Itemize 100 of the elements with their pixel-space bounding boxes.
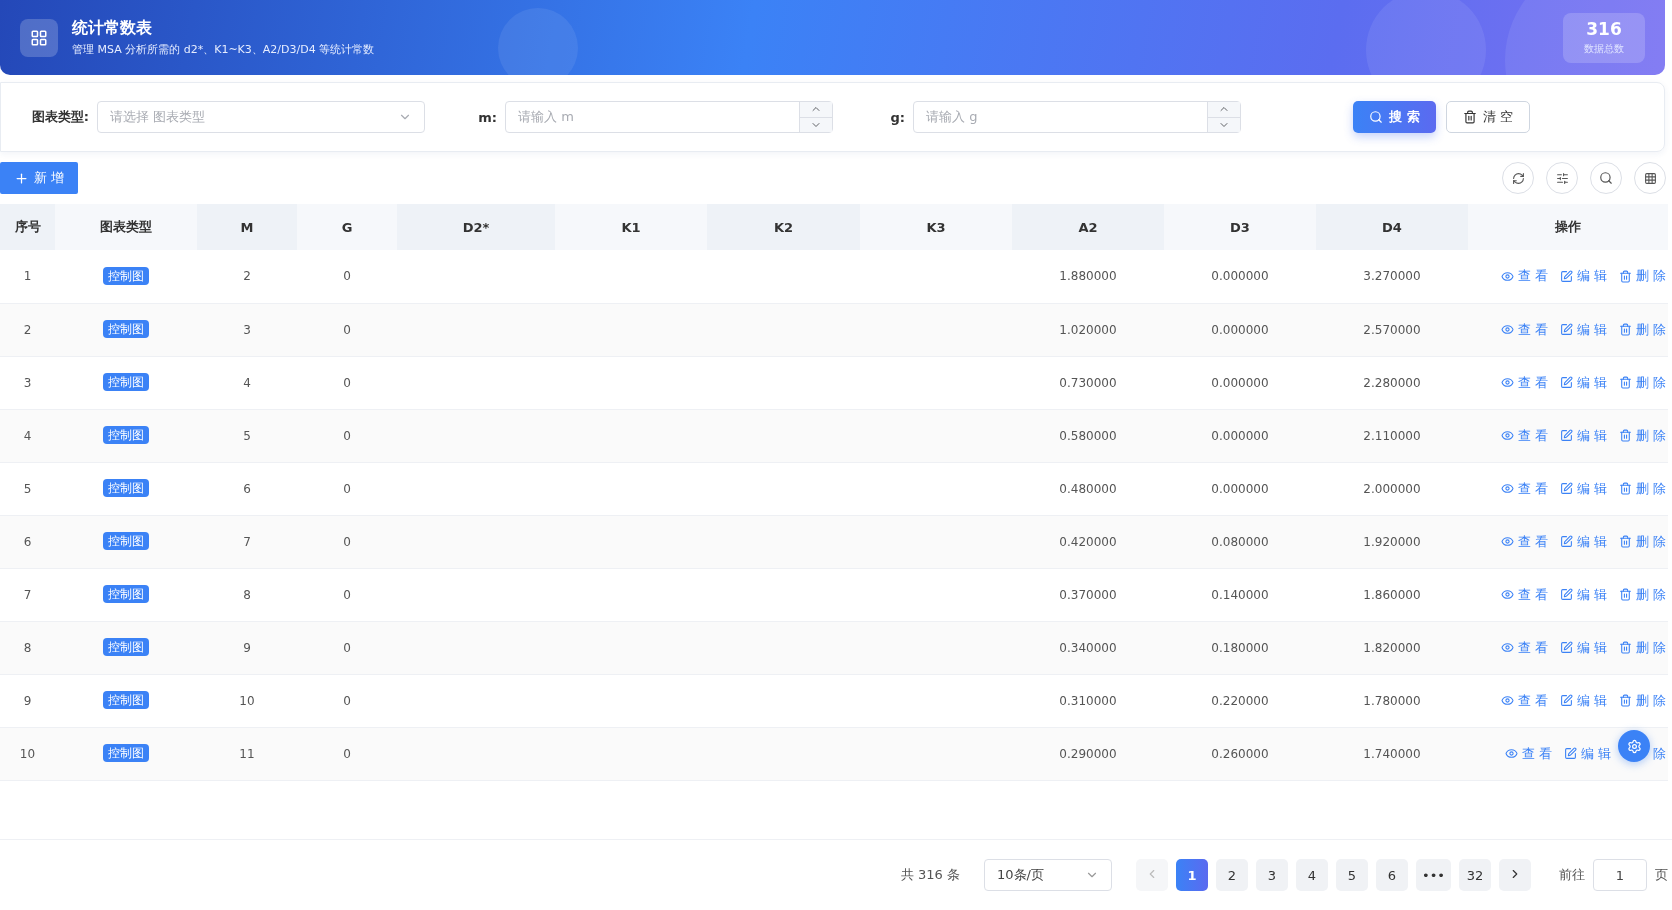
view-link[interactable]: 查 看 bbox=[1500, 479, 1548, 498]
view-link[interactable]: 查 看 bbox=[1500, 585, 1548, 604]
table-cell: 0 bbox=[343, 746, 351, 761]
pencil-square-icon bbox=[1559, 482, 1573, 495]
view-link[interactable]: 查 看 bbox=[1500, 373, 1548, 392]
edit-link[interactable]: 编 辑 bbox=[1559, 426, 1607, 445]
delete-link[interactable]: 删 除 bbox=[1618, 479, 1666, 498]
stat-label: 数据总数 bbox=[1584, 42, 1624, 56]
table-cell: 0.180000 bbox=[1211, 640, 1269, 655]
number-field[interactable]: 请输入 g bbox=[913, 101, 1241, 133]
table-cell: 0.420000 bbox=[1059, 534, 1117, 549]
delete-link[interactable]: 删 除 bbox=[1618, 638, 1666, 657]
add-button[interactable]: 新 增 bbox=[0, 162, 79, 194]
pencil-square-icon bbox=[1563, 747, 1577, 760]
edit-link[interactable]: 编 辑 bbox=[1559, 479, 1607, 498]
type-tag: 控制图 bbox=[103, 744, 149, 762]
goto-page-field[interactable]: 1 bbox=[1593, 859, 1647, 891]
table-cell: 10 bbox=[239, 693, 255, 708]
table-cell: 0.310000 bbox=[1059, 693, 1117, 708]
type-tag: 控制图 bbox=[103, 426, 149, 444]
type-tag: 控制图 bbox=[103, 532, 149, 550]
delete-link[interactable]: 除 bbox=[1653, 744, 1666, 763]
type-tag: 控制图 bbox=[103, 373, 149, 391]
clear-button[interactable]: 清 空 bbox=[1445, 101, 1530, 133]
select-field[interactable]: 请选择 图表类型 bbox=[97, 101, 425, 133]
page-button[interactable]: 4 bbox=[1296, 859, 1328, 891]
delete-link[interactable]: 删 除 bbox=[1618, 320, 1666, 339]
trash-icon bbox=[1618, 376, 1632, 389]
table-cell: 0.730000 bbox=[1059, 375, 1117, 390]
search-icon[interactable] bbox=[1590, 162, 1622, 194]
delete-link[interactable]: 删 除 bbox=[1618, 532, 1666, 551]
table-cell: 0.140000 bbox=[1211, 587, 1269, 602]
table-cell: 0.370000 bbox=[1059, 587, 1117, 602]
table-cell: 11 bbox=[239, 746, 255, 761]
view-link[interactable]: 查 看 bbox=[1500, 532, 1548, 551]
view-link[interactable]: 查 看 bbox=[1500, 691, 1548, 710]
grid-icon[interactable] bbox=[1634, 162, 1666, 194]
edit-link[interactable]: 编 辑 bbox=[1559, 638, 1607, 657]
pencil-square-icon bbox=[1559, 535, 1573, 548]
page-button[interactable]: ••• bbox=[1416, 859, 1451, 891]
eye-icon bbox=[1500, 482, 1514, 495]
page-subtitle: 管理 MSA 分析所需的 d2*、K1~K3、A2/D3/D4 等统计常数 bbox=[72, 42, 376, 57]
delete-link[interactable]: 删 除 bbox=[1618, 373, 1666, 392]
edit-link[interactable]: 编 辑 bbox=[1559, 373, 1607, 392]
refresh-icon[interactable] bbox=[1502, 162, 1534, 194]
table-cell: 0 bbox=[343, 534, 351, 549]
table-cell: 2.000000 bbox=[1363, 481, 1421, 496]
pencil-square-icon bbox=[1559, 641, 1573, 654]
page-button[interactable]: 6 bbox=[1376, 859, 1408, 891]
edit-link[interactable]: 编 辑 bbox=[1559, 320, 1607, 339]
table-cell: 3.270000 bbox=[1363, 269, 1421, 284]
table-cell: 1 bbox=[23, 269, 32, 284]
view-link[interactable]: 查 看 bbox=[1504, 744, 1552, 763]
table-cell: 5 bbox=[23, 481, 32, 496]
table-cell: 1.740000 bbox=[1363, 746, 1421, 761]
table-cell: 0.000000 bbox=[1211, 375, 1269, 390]
delete-link[interactable]: 删 除 bbox=[1618, 585, 1666, 604]
pencil-square-icon bbox=[1559, 323, 1573, 336]
number-field[interactable]: 请输入 m bbox=[505, 101, 833, 133]
edit-link[interactable]: 编 辑 bbox=[1563, 744, 1611, 763]
table-cell: 0.000000 bbox=[1211, 322, 1269, 337]
edit-link[interactable]: 编 辑 bbox=[1559, 532, 1607, 551]
gear-icon bbox=[1626, 738, 1642, 754]
stat-value: 316 bbox=[1586, 19, 1622, 39]
delete-link[interactable]: 删 除 bbox=[1618, 691, 1666, 710]
type-tag: 控制图 bbox=[103, 320, 149, 338]
edit-link[interactable]: 编 辑 bbox=[1559, 585, 1607, 604]
total-count: 共 316 条 bbox=[900, 866, 960, 884]
next-page-button[interactable] bbox=[1499, 859, 1531, 891]
page-size-select[interactable]: 10条/页 bbox=[984, 859, 1112, 891]
table-cell: 9 bbox=[23, 693, 32, 708]
table-cell: 0 bbox=[343, 587, 351, 602]
sliders-icon[interactable] bbox=[1546, 162, 1578, 194]
page-button[interactable]: 2 bbox=[1216, 859, 1248, 891]
table-cell: 8 bbox=[243, 587, 251, 602]
column-header: K2 bbox=[707, 204, 860, 250]
view-link[interactable]: 查 看 bbox=[1500, 426, 1548, 445]
filter-label: m: bbox=[478, 109, 497, 125]
page-button[interactable]: 3 bbox=[1256, 859, 1288, 891]
view-link[interactable]: 查 看 bbox=[1500, 267, 1548, 286]
view-link[interactable]: 查 看 bbox=[1500, 320, 1548, 339]
table-cell: 5 bbox=[243, 428, 251, 443]
edit-link[interactable]: 编 辑 bbox=[1559, 691, 1607, 710]
page-button[interactable]: 32 bbox=[1459, 859, 1491, 891]
view-link[interactable]: 查 看 bbox=[1500, 638, 1548, 657]
trash-icon bbox=[1618, 641, 1632, 654]
table-cell: 9 bbox=[243, 640, 251, 655]
delete-link[interactable]: 删 除 bbox=[1618, 426, 1666, 445]
previous-page-button[interactable] bbox=[1136, 859, 1168, 891]
table-cell: 0 bbox=[343, 375, 351, 390]
table-cell: 0 bbox=[343, 481, 351, 496]
table-cell: 4 bbox=[23, 428, 32, 443]
table-cell: 1.860000 bbox=[1363, 587, 1421, 602]
eye-icon bbox=[1500, 641, 1514, 654]
page-button[interactable]: 1 bbox=[1176, 859, 1208, 891]
column-header: 序号 bbox=[0, 204, 55, 250]
search-button[interactable]: 搜 索 bbox=[1353, 101, 1436, 133]
page-button[interactable]: 5 bbox=[1336, 859, 1368, 891]
edit-link[interactable]: 编 辑 bbox=[1559, 267, 1607, 286]
delete-link[interactable]: 删 除 bbox=[1618, 267, 1666, 286]
